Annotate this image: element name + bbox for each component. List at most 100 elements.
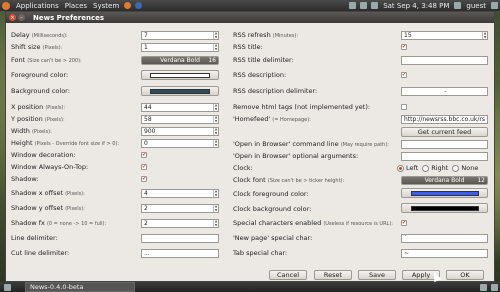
shadow-label: Shadow: (11, 175, 39, 183)
firefox-icon[interactable] (124, 2, 132, 9)
width-spin[interactable]: 900 ▲ ▼ (141, 127, 219, 136)
shadow-checkbox[interactable]: ✔ (141, 176, 147, 182)
rss-refresh-spin[interactable]: 15 ▲ ▼ (401, 31, 488, 40)
shadow-fx-label: Shadow fx (0 = none -> 10 = full): (11, 219, 107, 227)
top-panel: Applications Places System Sat Sep 4, 3:… (0, 0, 500, 11)
always-top-label: Window Always-On-Top: (11, 163, 89, 171)
user-icon[interactable] (454, 2, 462, 9)
delay-spin[interactable]: 7 ▲ ▼ (141, 31, 219, 40)
ok-button[interactable]: OK (446, 270, 484, 280)
special-chars-label: Special characters enabled (Useless if r… (233, 219, 393, 227)
clock-none-label: None (461, 164, 479, 172)
shadow-x-spin[interactable]: 4 ▲ ▼ (141, 189, 219, 198)
clock-fg-button[interactable] (401, 188, 488, 198)
delay-label: Delay (Milliseconds): (11, 31, 68, 39)
ubuntu-logo-icon[interactable] (2, 1, 10, 10)
spin-arrows-icon[interactable]: ▲ ▼ (213, 190, 218, 197)
ypos-label: Y position (Pixels): (11, 115, 65, 123)
clock-fg-swatch (410, 190, 479, 196)
open-args-input[interactable] (401, 152, 488, 161)
open-cmd-label: 'Open in Browser' command line (May requ… (233, 140, 389, 148)
spin-arrows-icon[interactable]: ▲ ▼ (213, 140, 218, 147)
width-label: Width (Pixels): (11, 127, 52, 135)
reset-button[interactable]: Reset (314, 270, 352, 280)
spin-arrows-icon[interactable]: ▲ ▼ (213, 44, 218, 51)
menu-places[interactable]: Places (62, 2, 90, 10)
menu-applications[interactable]: Applications (13, 2, 62, 10)
open-cmd-input[interactable] (401, 140, 488, 149)
clock-left-label: Left (406, 164, 419, 172)
trash-icon[interactable] (491, 283, 498, 291)
fg-color-button[interactable] (141, 70, 219, 80)
cancel-button[interactable]: Cancel (269, 270, 307, 280)
clock-right-label: Right (431, 164, 449, 172)
clock-none-radio[interactable] (452, 164, 460, 172)
save-button[interactable]: Save (358, 270, 396, 280)
spin-arrows-icon[interactable]: ▲ ▼ (482, 32, 487, 39)
taskbar-item[interactable]: News-0.4.0-beta (25, 282, 135, 292)
clock-font-button[interactable]: Verdana Bold 12 (401, 176, 488, 185)
bg-color-swatch (149, 88, 211, 94)
spin-arrows-icon[interactable]: ▲ ▼ (213, 116, 218, 123)
special-chars-checkbox[interactable]: ✔ (401, 220, 407, 226)
get-feed-button[interactable]: Get current feed (401, 127, 488, 137)
spin-arrows-icon[interactable]: ▲ ▼ (213, 128, 218, 135)
remove-html-checkbox[interactable] (401, 104, 407, 110)
mail-icon[interactable] (360, 2, 368, 9)
spin-arrows-icon[interactable]: ▲ ▼ (213, 205, 218, 212)
clock-right-radio[interactable] (422, 164, 430, 172)
new-page-label: 'New page' special char: (233, 234, 313, 242)
bg-color-label: Background color: (11, 87, 70, 95)
show-desktop-icon[interactable] (4, 283, 11, 291)
spin-arrows-icon[interactable]: ▲ ▼ (213, 104, 218, 111)
clock-bg-button[interactable] (401, 203, 488, 213)
minimize-icon[interactable]: – (18, 14, 25, 21)
height-spin[interactable]: 0 ▲ ▼ (141, 139, 219, 148)
shift-spin[interactable]: 1 ▲ ▼ (141, 43, 219, 52)
rss-title-label: RSS title: (233, 43, 263, 51)
ypos-spin[interactable]: 58 ▲ ▼ (141, 115, 219, 124)
rss-refresh-label: RSS refresh (Minutes): (233, 31, 299, 39)
shadow-fx-spin[interactable]: 2 ▲ ▼ (141, 219, 219, 228)
cut-delim-label: Cut line delimiter: (11, 249, 70, 257)
shadow-y-spin[interactable]: 2 ▲ ▼ (141, 204, 219, 213)
open-args-label: 'Open in Browser' optional arguments: (233, 152, 359, 160)
font-label: Font (Size can't be > 200): (11, 56, 82, 64)
preferences-window: × – News Preferences Delay (Milliseconds… (5, 11, 495, 282)
clock-datetime[interactable]: Sat Sep 4, 3:48 PM (380, 2, 452, 10)
rss-title-delim-input[interactable] (401, 56, 488, 65)
new-page-input[interactable]: ` (401, 234, 488, 243)
rss-desc-delim-label: RSS description delimiter: (233, 87, 318, 95)
rss-title-delim-label: RSS title delimiter: (233, 56, 294, 64)
rss-desc-delim-input[interactable]: - (401, 87, 488, 96)
user-name[interactable]: guest (463, 2, 489, 10)
volume-icon[interactable] (371, 2, 379, 9)
height-label: Height (Pixels - Override font size if >… (11, 139, 120, 147)
close-icon[interactable]: × (9, 14, 16, 21)
bg-color-button[interactable] (141, 86, 219, 96)
shadow-x-label: Shadow x offset (Pixels): (11, 189, 85, 197)
remove-html-label: Remove html tags (not implemented yet): (233, 103, 371, 111)
rss-desc-checkbox[interactable]: ✔ (401, 72, 407, 78)
clock-bg-label: Clock background color: (233, 205, 312, 213)
cut-delim-input[interactable]: ... (141, 249, 219, 258)
clock-radio-group: Left Right None (393, 163, 478, 173)
workspace-switcher-icon[interactable] (480, 283, 487, 291)
font-button[interactable]: Verdana Bold 16 (141, 56, 219, 65)
win-decor-checkbox[interactable]: ✔ (141, 152, 147, 158)
win-decor-label: Window decoration: (11, 151, 76, 159)
menu-system[interactable]: System (90, 2, 122, 10)
spin-arrows-icon[interactable]: ▲ ▼ (213, 220, 218, 227)
tab-char-input[interactable]: ~ (401, 249, 488, 258)
network-icon[interactable] (349, 2, 357, 9)
homefeed-input[interactable]: http://newsrss.bbc.co.uk/rs (401, 115, 488, 124)
always-top-checkbox[interactable]: ✔ (141, 164, 147, 170)
spin-arrows-icon[interactable]: ▲ ▼ (213, 32, 218, 39)
power-icon[interactable] (491, 2, 498, 9)
rss-title-checkbox[interactable]: ✔ (401, 44, 407, 50)
fg-color-swatch (149, 72, 211, 78)
xpos-spin[interactable]: 44 ▲ ▼ (141, 103, 219, 112)
help-icon[interactable] (135, 2, 143, 9)
line-delim-input[interactable] (141, 234, 219, 243)
clock-left-radio[interactable] (397, 164, 404, 172)
